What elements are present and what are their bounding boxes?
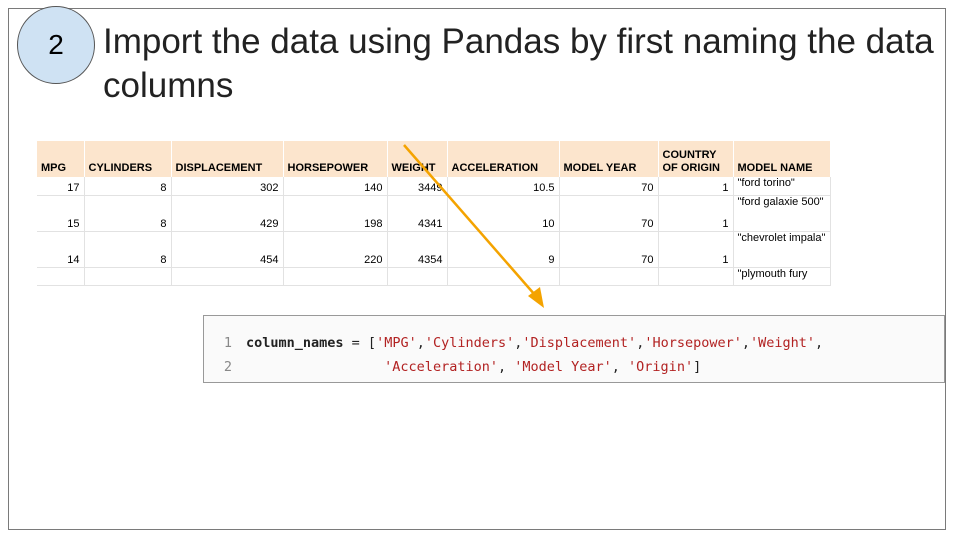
code-separator: , [815,335,824,351]
code-separator: , [611,359,629,375]
line-number: 1 [223,335,232,351]
code-line-1: 1 column_names = ['MPG','Cylinders','Dis… [204,331,944,355]
table-cell: 8 [84,231,172,268]
table-cell: 140 [283,177,388,196]
table-cell [283,267,388,286]
table-row: 15 8 429 198 4341 10 70 1 "ford galaxie … [37,195,831,232]
table-cell [559,267,659,286]
table-cell [387,267,448,286]
step-number: 2 [48,29,64,60]
table-header-cell: MODEL YEAR [559,141,659,177]
table-cell: 3449 [387,177,448,196]
code-string: 'MPG' [376,335,417,351]
table-cell [447,267,560,286]
table-cell: 220 [283,231,388,268]
table-cell: 8 [84,195,172,232]
table-cell [84,267,172,286]
table-cell: 70 [559,177,659,196]
table-header-cell: HORSEPOWER [283,141,388,177]
table-cell: "plymouth fury [733,267,831,286]
table-cell: 9 [447,231,560,268]
table-cell: 17 [37,177,85,196]
table-header-cell: MPG [37,141,85,177]
table-header-cell: DISPLACEMENT [171,141,284,177]
code-separator: , [416,335,425,351]
table-cell: 1 [658,177,734,196]
code-block: 1 column_names = ['MPG','Cylinders','Dis… [203,315,945,383]
table-cell: 429 [171,195,284,232]
code-separator: , [497,359,515,375]
table-cell: "ford galaxie 500" [733,195,831,232]
table-header-cell: WEIGHT [387,141,448,177]
table-cell: 15 [37,195,85,232]
code-string: 'Horsepower' [644,335,742,351]
slide-title: Import the data using Pandas by first na… [103,22,934,105]
table-header-cell: ACCELERATION [447,141,560,177]
code-variable: column_names [246,335,344,351]
table-cell: 70 [559,195,659,232]
data-table: MPG CYLINDERS DISPLACEMENT HORSEPOWER WE… [37,141,831,286]
table-cell: 70 [559,231,659,268]
code-string: 'Origin' [628,359,694,375]
code-string: 'Model Year' [514,359,612,375]
table-row: 17 8 302 140 3449 10.5 70 1 "ford torino… [37,177,831,196]
table-cell: 14 [37,231,85,268]
code-string: 'Acceleration' [384,359,498,375]
table-header-cell: COUNTRY OF ORIGIN [658,141,734,177]
code-string: 'Weight' [750,335,816,351]
table-cell: 4341 [387,195,448,232]
table-cell: 4354 [387,231,448,268]
code-string: 'Displacement' [522,335,637,351]
table-header-cell: CYLINDERS [84,141,172,177]
table-cell: "chevrolet impala" [733,231,831,268]
step-number-badge: 2 [17,6,95,84]
table-cell: "ford torino" [733,177,831,196]
table-cell [171,267,284,286]
code-operator: = [ [343,335,377,351]
table-cell: 302 [171,177,284,196]
table-cell [658,267,734,286]
table-row: "plymouth fury [37,267,831,286]
code-string: 'Cylinders' [424,335,515,351]
table-row: 14 8 454 220 4354 9 70 1 "chevrolet impa… [37,231,831,268]
code-separator: , [741,335,751,351]
table-cell: 198 [283,195,388,232]
table-cell: 454 [171,231,284,268]
table-header-row: MPG CYLINDERS DISPLACEMENT HORSEPOWER WE… [37,141,831,177]
table-cell: 8 [84,177,172,196]
code-close: ] [693,359,702,375]
code-line-2: 2 'Acceleration', 'Model Year', 'Origin'… [204,355,944,379]
table-cell: 1 [658,195,734,232]
table-header-cell: MODEL NAME [733,141,831,177]
table-cell: 1 [658,231,734,268]
table-cell [37,267,85,286]
table-cell: 10.5 [447,177,560,196]
table-cell: 10 [447,195,560,232]
line-number: 2 [223,359,232,375]
